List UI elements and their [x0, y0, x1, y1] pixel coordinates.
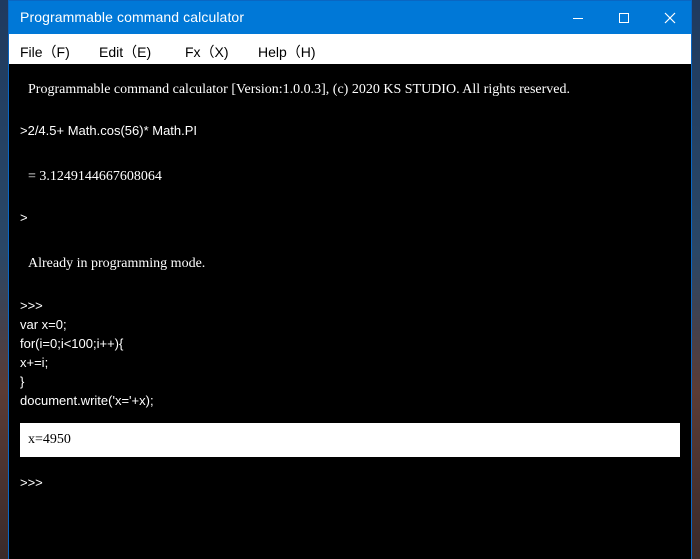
program-output-box: x=4950 [20, 423, 680, 457]
program-prompt: >>> [20, 298, 43, 313]
close-icon [664, 12, 676, 23]
calculator-window: Programmable command calculator File（F) … [8, 0, 692, 559]
minimize-icon [573, 17, 583, 19]
input-expression: >2/4.5+ Math.cos(56)* Math.PI [20, 123, 198, 138]
version-banner: Programmable command calculator [Version… [28, 82, 570, 97]
calculation-result: = 3.1249144667608064 [28, 169, 162, 184]
console-output[interactable]: Programmable command calculator [Version… [9, 64, 691, 559]
close-button[interactable] [647, 1, 693, 34]
menu-fx[interactable]: Fx（X) [185, 42, 229, 62]
menu-help[interactable]: Help（H) [258, 42, 316, 62]
command-prompt: > [20, 210, 28, 225]
code-line: x+=i; [20, 355, 49, 370]
code-line: var x=0; [20, 317, 67, 332]
program-code: >>> var x=0; for(i=0;i<100;i++){ x+=i; }… [20, 296, 154, 410]
final-prompt[interactable]: >>> [20, 475, 43, 490]
window-title: Programmable command calculator [20, 9, 245, 25]
menu-edit[interactable]: Edit（E) [99, 42, 151, 62]
program-output: x=4950 [28, 432, 71, 447]
minimize-button[interactable] [555, 1, 601, 34]
code-line: document.write('x='+x); [20, 393, 154, 408]
title-bar[interactable]: Programmable command calculator [9, 1, 691, 34]
code-line: } [20, 374, 25, 389]
mode-message: Already in programming mode. [28, 256, 206, 271]
menu-file[interactable]: File（F) [20, 42, 70, 62]
maximize-icon [619, 12, 629, 23]
menu-bar: File（F) Edit（E) Fx（X) Help（H) [9, 34, 691, 64]
maximize-button[interactable] [601, 1, 647, 34]
code-line: for(i=0;i<100;i++){ [20, 336, 124, 351]
